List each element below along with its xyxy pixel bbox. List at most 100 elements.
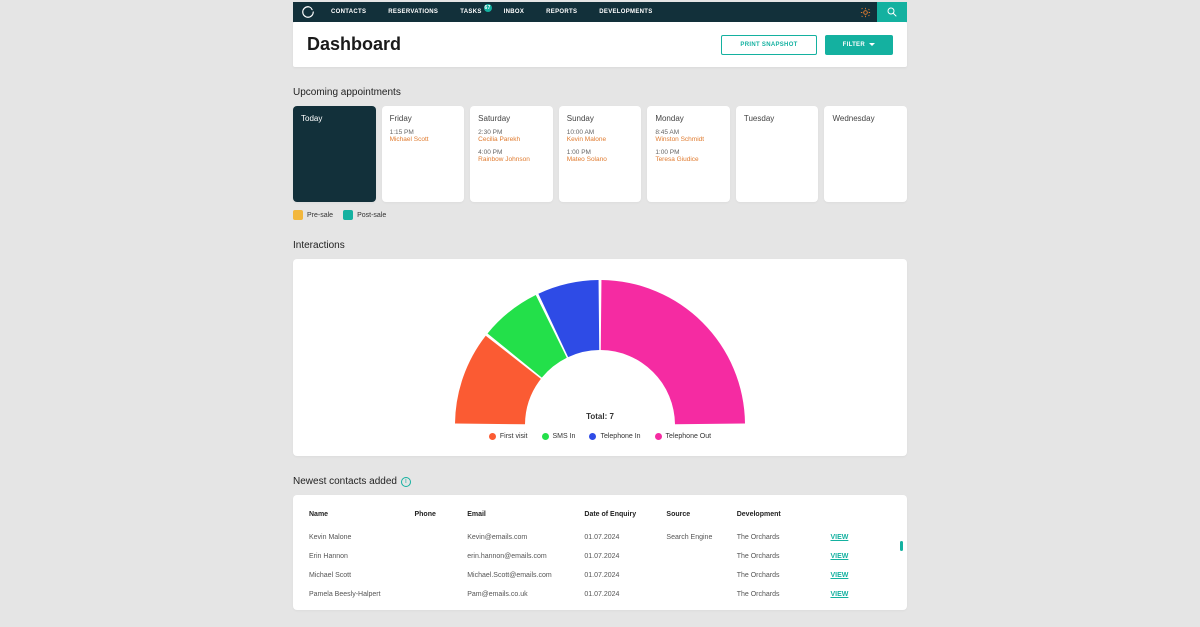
day-card-monday[interactable]: Monday 8:45 AMWinston Schmidt 1:00 PMTeres… xyxy=(647,106,730,202)
table-cell: 01.07.2024 xyxy=(582,566,664,585)
interactions-section: Interactions Total: 7 First visitSMS InT… xyxy=(293,240,907,456)
filter-button[interactable]: FILTER xyxy=(825,35,893,55)
legend-label: Telephone Out xyxy=(666,433,712,440)
nav-tasks[interactable]: TASKS67 xyxy=(460,9,481,15)
table-cell: 01.07.2024 xyxy=(582,585,664,604)
page-header: Dashboard PRINT SNAPSHOT FILTER xyxy=(293,22,907,67)
col-action xyxy=(828,505,893,528)
nav-contacts[interactable]: CONTACTS xyxy=(331,9,366,15)
table-cell xyxy=(412,566,465,585)
chart-legend-item: Telephone In xyxy=(589,433,640,440)
table-cell: 01.07.2024 xyxy=(582,547,664,566)
table-cell: The Orchards xyxy=(735,585,829,604)
table-cell: Search Engine xyxy=(664,528,734,547)
tasks-badge: 67 xyxy=(484,4,492,12)
table-cell: Pam@emails.co.uk xyxy=(465,585,582,604)
appointment-time: 2:30 PM xyxy=(478,129,545,136)
table-row: Erin Hannonerin.hannon@emails.com01.07.2… xyxy=(307,547,893,566)
appointment-time: 10:00 AM xyxy=(567,129,634,136)
search-icon[interactable] xyxy=(877,2,907,22)
table-cell: Pamela Beesly-Halpert xyxy=(307,585,412,604)
appointment-item[interactable]: 10:00 AMKevin Malone xyxy=(567,129,634,143)
nav-developments[interactable]: DEVELOPMENTS xyxy=(599,9,652,15)
appointment-time: 1:00 PM xyxy=(655,149,722,156)
col-date-of-enquiry: Date of Enquiry xyxy=(582,505,664,528)
appointment-item[interactable]: 1:15 PMMichael Scott xyxy=(390,129,457,143)
chart-legend-item: Telephone Out xyxy=(655,433,712,440)
appointment-name: Teresa Giudice xyxy=(655,156,722,163)
appointment-name: Michael Scott xyxy=(390,136,457,143)
appointment-item[interactable]: 1:00 PMMateo Solano xyxy=(567,149,634,163)
appointment-name: Kevin Malone xyxy=(567,136,634,143)
appointment-name: Rainbow Johnson xyxy=(478,156,545,163)
table-row: Pamela Beesly-Halpert Pam@emails.co.uk01.… xyxy=(307,585,893,604)
day-card-today[interactable]: Today xyxy=(293,106,376,202)
view-link[interactable]: VIEW xyxy=(830,534,848,541)
day-label: Saturday xyxy=(478,114,545,123)
scrollbar-thumb[interactable] xyxy=(900,541,903,551)
view-link[interactable]: VIEW xyxy=(830,591,848,598)
day-label: Today xyxy=(301,114,368,123)
print-snapshot-button[interactable]: PRINT SNAPSHOT xyxy=(721,35,816,55)
chevron-down-icon xyxy=(869,43,875,46)
table-cell xyxy=(412,585,465,604)
view-link[interactable]: VIEW xyxy=(830,553,848,560)
table-cell xyxy=(664,547,734,566)
appointment-item[interactable]: 1:00 PMTeresa Giudice xyxy=(655,149,722,163)
info-icon[interactable]: i xyxy=(401,477,411,487)
col-email: Email xyxy=(465,505,582,528)
upcoming-appointments-section: Upcoming appointments Today Friday 1:15 PM… xyxy=(293,87,907,220)
table-row: Kevin MaloneKevin@emails.com01.07.2024Se… xyxy=(307,528,893,547)
table-cell: The Orchards xyxy=(735,566,829,585)
day-card-sunday[interactable]: Sunday 10:00 AMKevin Malone 1:00 PMMateo S… xyxy=(559,106,642,202)
legend-pre-sale: Pre-sale xyxy=(293,210,333,220)
day-label: Wednesday xyxy=(832,114,899,123)
day-label: Friday xyxy=(390,114,457,123)
table-cell xyxy=(412,547,465,566)
chart-legend-item: First visit xyxy=(489,433,528,440)
legend-label: Telephone In xyxy=(600,433,640,440)
section-title-appointments: Upcoming appointments xyxy=(293,87,907,98)
day-card-saturday[interactable]: Saturday 2:30 PMCecilia Parekh 4:00 PMRain… xyxy=(470,106,553,202)
appointment-time: 4:00 PM xyxy=(478,149,545,156)
appointment-name: Winston Schmidt xyxy=(655,136,722,143)
nav-reservations[interactable]: RESERVATIONS xyxy=(388,9,438,15)
legend-dot-icon xyxy=(655,433,662,440)
table-cell: The Orchards xyxy=(735,528,829,547)
appointment-item[interactable]: 2:30 PMCecilia Parekh xyxy=(478,129,545,143)
table-cell: Michael Scott xyxy=(307,566,412,585)
day-label: Monday xyxy=(655,114,722,123)
app-logo xyxy=(301,5,315,19)
filter-button-label: FILTER xyxy=(843,42,865,48)
appointment-item[interactable]: 8:45 AMWinston Schmidt xyxy=(655,129,722,143)
nav-reports[interactable]: REPORTS xyxy=(546,9,577,15)
view-link[interactable]: VIEW xyxy=(830,572,848,579)
section-title-interactions: Interactions xyxy=(293,240,907,251)
appointment-name: Cecilia Parekh xyxy=(478,136,545,143)
day-card-tuesday[interactable]: Tuesday xyxy=(736,106,819,202)
legend-post-sale: Post-sale xyxy=(343,210,386,220)
day-card-friday[interactable]: Friday 1:15 PMMichael Scott xyxy=(382,106,465,202)
section-title-contacts: Newest contacts added xyxy=(293,476,397,487)
table-cell xyxy=(664,566,734,585)
table-cell: Michael.Scott@emails.com xyxy=(465,566,582,585)
col-phone: Phone xyxy=(412,505,465,528)
appointment-time: 8:45 AM xyxy=(655,129,722,136)
day-label: Sunday xyxy=(567,114,634,123)
col-name: Name xyxy=(307,505,412,528)
legend-dot-icon xyxy=(542,433,549,440)
day-card-wednesday[interactable]: Wednesday xyxy=(824,106,907,202)
newest-contacts-section: Newest contacts added i NamePhoneEmailDa… xyxy=(293,476,907,610)
legend-dot-icon xyxy=(589,433,596,440)
contacts-table-card: NamePhoneEmailDate of EnquirySourceDevel… xyxy=(293,495,907,610)
table-cell: Erin Hannon xyxy=(307,547,412,566)
table-row: Michael Scott Michael.Scott@emails.com01.… xyxy=(307,566,893,585)
settings-icon[interactable] xyxy=(853,2,877,22)
table-cell: Kevin@emails.com xyxy=(465,528,582,547)
chart-legend-item: SMS In xyxy=(542,433,576,440)
donut-slice-telephone-out xyxy=(601,280,745,424)
table-cell: 01.07.2024 xyxy=(582,528,664,547)
appointment-item[interactable]: 4:00 PMRainbow Johnson xyxy=(478,149,545,163)
appointment-name: Mateo Solano xyxy=(567,156,634,163)
nav-inbox[interactable]: INBOX xyxy=(504,9,525,15)
